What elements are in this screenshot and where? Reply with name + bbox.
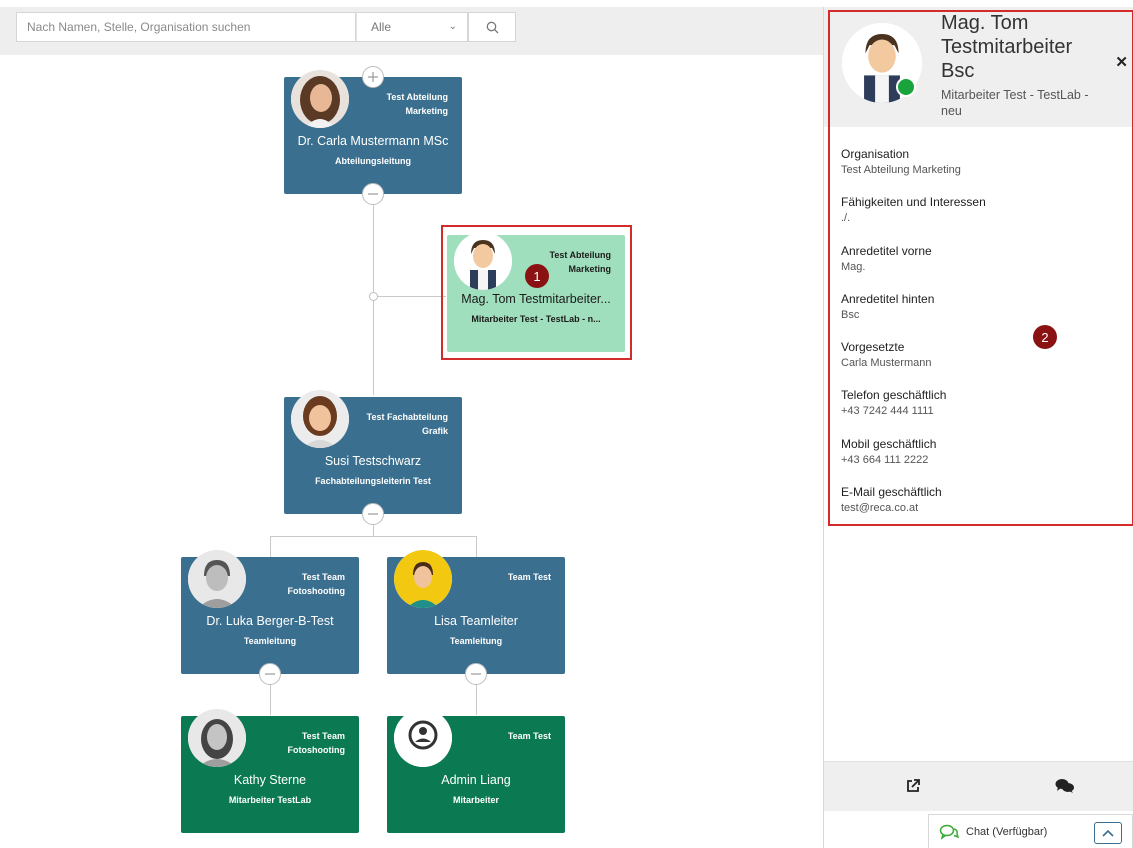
connector-junction: [369, 292, 378, 301]
node-role: Mitarbeiter: [452, 795, 499, 805]
avatar: [454, 232, 512, 290]
node-department: Test Fachabteilung Grafik: [366, 412, 448, 436]
detail-fields: Organisation Test Abteilung Marketing Fä…: [841, 146, 1111, 532]
search-button[interactable]: [468, 12, 516, 42]
field-value: Mag.: [841, 260, 866, 273]
field-label: Fähigkeiten und Interessen: [841, 195, 986, 210]
detail-panel: Mag. Tom Testmitarbeiter Bsc Mitarbeiter…: [823, 7, 1133, 848]
chat-status-bar[interactable]: Chat (Verfügbar): [928, 814, 1133, 848]
avatar: [188, 550, 246, 608]
external-link-icon: [907, 779, 920, 792]
org-node-susi[interactable]: Test Fachabteilung Grafik Susi Testschwa…: [284, 390, 462, 514]
node-department: Test Team Fotoshooting: [287, 731, 345, 755]
org-node-carla[interactable]: Test Abteilung Marketing Dr. Carla Muste…: [284, 70, 462, 194]
field-skills: Fähigkeiten und Interessen ./.: [841, 194, 1111, 242]
avatar: [291, 70, 349, 128]
field-supervisor: Vorgesetzte Carla Mustermann: [841, 339, 1111, 387]
org-chart-app: Alle ⌄ Test Abteilung Marketing Dr. Carl…: [0, 0, 1133, 848]
field-value: Bsc: [841, 308, 860, 321]
avatar: [188, 709, 246, 767]
chat-button[interactable]: [1055, 778, 1075, 799]
connector-line: [270, 536, 271, 557]
field-value: Test Abteilung Marketing: [841, 164, 961, 176]
avatar: [394, 550, 452, 608]
filter-select-value: Alle: [371, 20, 392, 34]
field-label: Anredetitel vorne: [841, 243, 932, 258]
avatar: [394, 709, 452, 767]
minus-icon: [368, 193, 378, 195]
field-value: test@reca.co.at: [841, 502, 919, 515]
plus-icon: [368, 72, 378, 82]
node-role: Abteilungsleitung: [335, 156, 411, 166]
chat-status-label: Chat (Verfügbar): [966, 826, 1048, 838]
detail-panel-footer: [824, 761, 1133, 811]
open-external-button[interactable]: [905, 778, 921, 799]
expand-toggle[interactable]: [362, 66, 384, 88]
field-value: Carla Mustermann: [841, 357, 932, 370]
annotation-marker-1: 1: [525, 264, 549, 288]
field-label: Mobil geschäftlich: [841, 436, 937, 451]
org-node-lisa[interactable]: Team Test Lisa Teamleiter Teamleitung: [387, 550, 565, 674]
user-placeholder-icon: [394, 709, 452, 767]
avatar: [291, 390, 349, 448]
field-label: Telefon geschäftlich: [841, 388, 947, 403]
field-title-front: Anredetitel vorne Mag.: [841, 243, 1111, 291]
field-value: +43 7242 444 1111: [841, 405, 934, 418]
search-icon: [486, 21, 498, 33]
field-mobile: Mobil geschäftlich +43 664 111 2222: [841, 436, 1111, 484]
node-role: Teamleitung: [449, 636, 503, 646]
chat-icon: [939, 824, 959, 840]
collapse-toggle[interactable]: [259, 663, 281, 685]
node-name: Dr. Carla Mustermann MSc: [297, 134, 449, 148]
node-role: Fachabteilungsleiterin Test: [315, 476, 431, 486]
org-node-tom-selected[interactable]: Test Abteilung Marketing Mag. Tom Testmi…: [447, 232, 625, 352]
node-name: Dr. Luka Berger-B-Test: [206, 614, 334, 628]
chat-expand-button[interactable]: [1094, 822, 1122, 844]
connector-line: [270, 684, 271, 715]
node-name: Susi Testschwarz: [324, 454, 422, 468]
field-value: +43 664 111 2222: [841, 453, 929, 466]
node-role: Teamleitung: [243, 636, 297, 646]
collapse-toggle[interactable]: [465, 663, 487, 685]
field-title-back: Anredetitel hinten Bsc: [841, 291, 1111, 339]
node-role: Mitarbeiter TestLab: [228, 795, 312, 805]
chevron-up-icon: [1102, 829, 1114, 837]
node-department: Team Test: [507, 572, 551, 582]
org-node-admin[interactable]: Team Test Admin Liang Mitarbeiter: [387, 709, 565, 833]
connector-line: [373, 296, 446, 297]
node-department: Team Test: [507, 731, 551, 741]
field-phone: Telefon geschäftlich +43 7242 444 1111: [841, 387, 1111, 435]
node-department: Test Team Fotoshooting: [287, 572, 345, 596]
chat-bubbles-icon: [1055, 779, 1074, 793]
chevron-down-icon: ⌄: [448, 21, 457, 32]
field-label: E-Mail geschäftlich: [841, 485, 942, 500]
field-label: Anredetitel hinten: [841, 291, 935, 306]
field-value: ./.: [841, 212, 851, 225]
node-role: Mitarbeiter Test - TestLab - n...: [471, 314, 601, 324]
filter-select[interactable]: Alle ⌄: [356, 12, 468, 42]
minus-icon: [368, 513, 378, 515]
minus-icon: [265, 673, 275, 675]
node-department: Test Abteilung Marketing: [386, 92, 449, 116]
connector-line: [270, 536, 476, 537]
field-label: Organisation: [841, 147, 910, 161]
search-toolbar: Alle ⌄: [0, 7, 823, 55]
connector-line: [476, 684, 477, 715]
minus-icon: [471, 673, 481, 675]
connector-line: [373, 525, 374, 536]
collapse-toggle[interactable]: [362, 503, 384, 525]
collapse-toggle[interactable]: [362, 183, 384, 205]
node-name: Admin Liang: [441, 773, 511, 787]
org-node-luka[interactable]: Test Team Fotoshooting Dr. Luka Berger-B…: [181, 550, 359, 674]
node-name: Kathy Sterne: [233, 773, 307, 787]
search-input[interactable]: [16, 12, 356, 42]
org-node-kathy[interactable]: Test Team Fotoshooting Kathy Sterne Mita…: [181, 709, 359, 833]
field-email: E-Mail geschäftlich test@reca.co.at: [841, 484, 1111, 532]
node-name: Mag. Tom Testmitarbeiter...: [461, 292, 611, 306]
field-label: Vorgesetzte: [841, 340, 905, 355]
field-organisation: Organisation Test Abteilung Marketing: [841, 146, 1111, 194]
node-name: Lisa Teamleiter: [434, 614, 518, 628]
connector-line: [476, 536, 477, 557]
